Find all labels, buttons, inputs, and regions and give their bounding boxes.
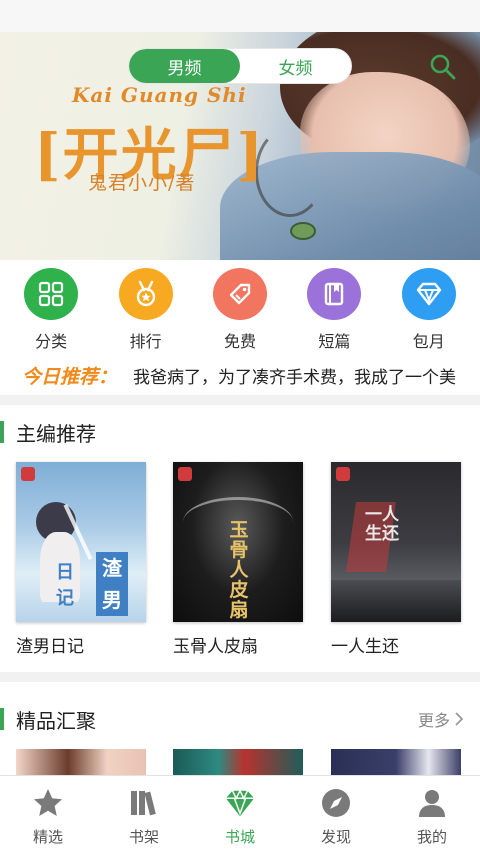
book-title: 玉骨人皮扇 [173,637,258,657]
section-divider [0,395,480,405]
bookshelf-icon [127,786,161,820]
publisher-logo [336,467,350,481]
book-title: 一人生还 [331,637,399,657]
tab-label: 精选 [32,828,63,846]
category-ranking[interactable]: 排行 [101,268,191,352]
tab-label: 我的 [416,828,447,846]
book-cover: 渣 男 日 记 [16,462,146,622]
category-classify[interactable]: 分类 [6,268,96,352]
today-text: 我爸病了，为了凑齐手术费，我成了一个美 [133,367,457,388]
compass-icon [319,786,353,820]
category-label: 免费 [223,332,256,351]
editor-section-header: 主编推荐 [0,417,480,447]
star-icon [31,786,65,820]
banner-author: 鬼君小小/著 [88,172,196,194]
tab-label: 发现 [320,828,351,846]
category-free[interactable]: 免费 [195,268,285,352]
gender-toggle: 男频 女频 [128,48,352,84]
status-bar [0,0,480,32]
book-card[interactable]: 玉骨人皮扇 玉骨人皮扇 [173,462,303,657]
category-short[interactable]: 短篇 [289,268,379,352]
tab-female[interactable]: 女频 [240,49,351,83]
section-accent-bar [0,421,4,443]
tab-male[interactable]: 男频 [129,49,240,83]
tab-discover[interactable]: 发现 [288,776,384,853]
user-icon [415,786,449,820]
more-label: 更多 [417,711,450,730]
bookstore-page: Kai Guang Shi [开光尸] 鬼君小小/著 男频 女频 分类 排行 免… [0,0,480,853]
today-recommendation[interactable]: 今日推荐： 我爸病了，为了凑齐手术费，我成了一个美 [0,358,480,392]
category-label: 短篇 [318,332,351,351]
bottom-tab-bar: 精选 书架 书城 发现 我的 [0,775,480,853]
today-tag: 今日推荐： [22,365,118,388]
tab-mine[interactable]: 我的 [384,776,480,853]
grid-icon [24,268,79,320]
category-row: 分类 排行 免费 短篇 包月 [0,268,480,352]
banner-title-en: Kai Guang Shi [72,83,247,107]
category-label: 排行 [129,332,162,351]
section-title: 主编推荐 [16,421,96,446]
gem-icon [223,786,257,820]
chevron-right-icon [455,712,464,726]
featured-section-header: 精品汇聚 更多 [0,704,480,734]
more-link[interactable]: 更多 [418,707,464,731]
tag-icon [212,268,267,320]
publisher-logo [178,467,192,481]
book-title: 渣男日记 [16,637,84,657]
diamond-icon [401,268,456,320]
tab-bookshelf[interactable]: 书架 [96,776,192,853]
category-label: 包月 [412,332,445,351]
book-cover: 一人生还 [331,462,461,622]
tab-label: 书城 [224,828,255,846]
section-title: 精品汇聚 [16,708,96,733]
section-divider [0,672,480,682]
tab-label: 书架 [128,828,159,846]
search-icon [430,54,456,80]
tab-bookstore[interactable]: 书城 [192,776,288,853]
search-button[interactable] [428,52,458,82]
book-icon [307,268,362,320]
category-label: 分类 [35,332,68,351]
book-card[interactable]: 一人生还 一人生还 [331,462,461,657]
tab-featured[interactable]: 精选 [0,776,96,853]
book-cover: 玉骨人皮扇 [173,462,303,622]
book-card[interactable]: 渣 男 日 记 渣男日记 [16,462,146,657]
category-monthly[interactable]: 包月 [384,268,474,352]
publisher-logo [21,467,35,481]
medal-icon [118,268,173,320]
section-accent-bar [0,708,4,730]
